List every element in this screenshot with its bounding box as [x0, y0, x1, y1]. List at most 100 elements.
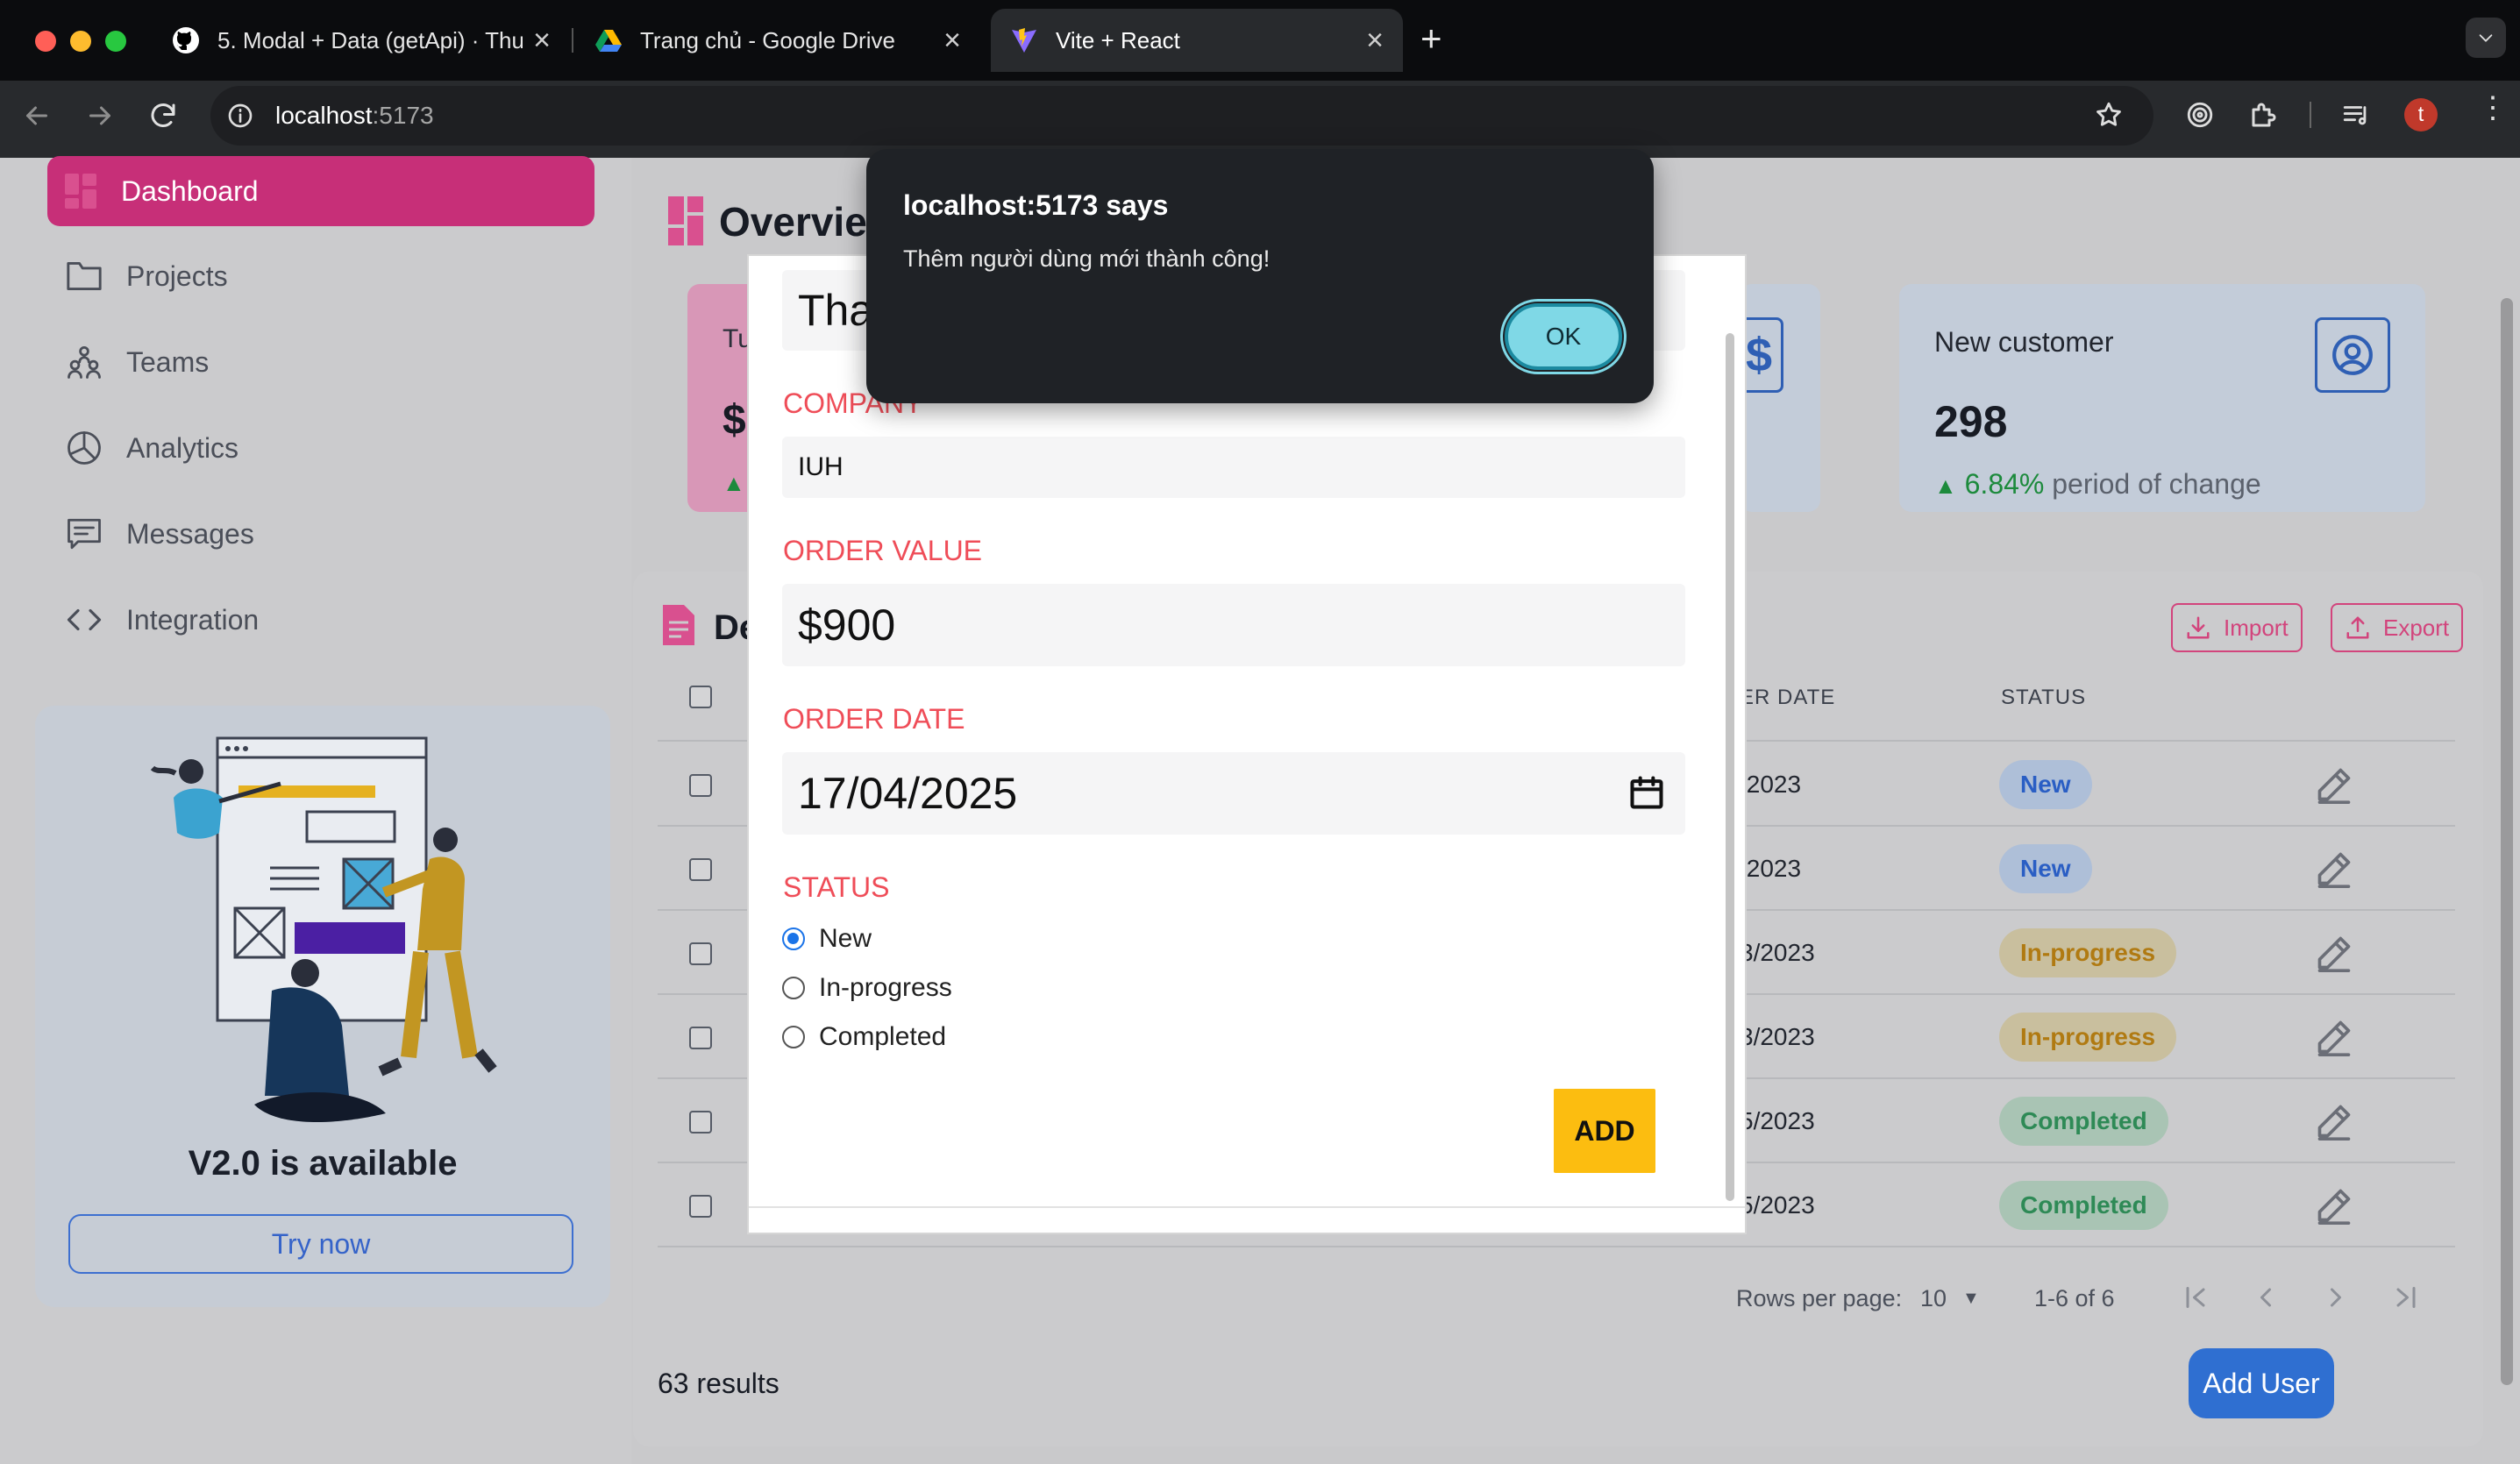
radio-label: Completed — [819, 1022, 947, 1051]
export-label: Export — [2383, 614, 2450, 641]
extension-target-icon[interactable] — [2185, 100, 2215, 130]
status-option-new[interactable]: New — [782, 924, 872, 954]
order-date-input[interactable]: 17/04/2025 — [782, 752, 1685, 835]
edit-pencil-icon[interactable] — [2315, 934, 2353, 972]
results-count: 63 results — [658, 1368, 779, 1399]
browser-tab-vite[interactable]: Vite + React × — [991, 9, 1403, 72]
site-info-icon[interactable] — [226, 102, 254, 130]
calendar-icon[interactable] — [1627, 773, 1666, 812]
forward-arrow-icon[interactable] — [84, 100, 116, 131]
rows-per-page-select[interactable]: 10 ▼ — [1920, 1285, 1980, 1312]
status-badge: New — [1999, 760, 2092, 809]
try-now-button[interactable]: Try now — [68, 1214, 573, 1274]
overview-title: Overvie — [719, 199, 867, 245]
import-icon — [2187, 616, 2210, 639]
folder-icon — [67, 262, 102, 290]
message-icon — [68, 518, 101, 550]
export-button[interactable]: Export — [2331, 603, 2464, 652]
row-checkbox[interactable] — [689, 858, 712, 881]
close-window-button[interactable] — [35, 31, 56, 52]
browser-tab-github[interactable]: 5. Modal + Data (getApi) · Thu × — [153, 9, 570, 72]
minimize-window-button[interactable] — [70, 31, 91, 52]
radio-in-progress[interactable] — [782, 977, 805, 999]
status-option-completed[interactable]: Completed — [782, 1022, 946, 1052]
new-tab-button[interactable]: + — [1420, 18, 1442, 60]
sidebar-item-teams[interactable]: Teams — [47, 328, 594, 396]
edit-pencil-icon[interactable] — [2315, 1102, 2353, 1141]
status-option-in-progress[interactable]: In-progress — [782, 973, 952, 1003]
add-user-button[interactable]: Add User — [2189, 1348, 2334, 1418]
extensions-puzzle-icon[interactable] — [2248, 99, 2280, 131]
team-illustration — [150, 736, 497, 1122]
add-button[interactable]: ADD — [1554, 1089, 1655, 1173]
sidebar-item-dashboard[interactable]: Dashboard — [47, 156, 594, 226]
radio-new[interactable] — [782, 927, 805, 950]
sidebar-item-label: Integration — [126, 603, 260, 636]
tab-search-button[interactable] — [2466, 18, 2506, 58]
url-port: :5173 — [372, 102, 434, 129]
order-value: $900 — [798, 601, 896, 650]
order-value-input[interactable]: $900 — [782, 584, 1685, 666]
maximize-window-button[interactable] — [105, 31, 126, 52]
prev-page-icon[interactable] — [2250, 1282, 2282, 1313]
import-label: Import — [2224, 614, 2289, 641]
row-order-date: /2023 — [1740, 855, 1802, 882]
radio-completed[interactable] — [782, 1026, 805, 1048]
github-icon — [173, 27, 199, 53]
close-tab-icon[interactable]: × — [1366, 24, 1384, 58]
row-order-date: 5/2023 — [1740, 1107, 1815, 1134]
sidebar-item-projects[interactable]: Projects — [47, 242, 594, 310]
import-button[interactable]: Import — [2171, 603, 2303, 652]
radio-label: In-progress — [819, 973, 952, 1002]
company-value: IUH — [798, 452, 844, 481]
url-host: localhost — [275, 102, 373, 129]
toolbar-divider — [2310, 102, 2311, 128]
stat-change: ▲ 6.84% period of change — [1934, 468, 2261, 501]
first-page-icon[interactable] — [2180, 1282, 2211, 1313]
row-checkbox[interactable] — [689, 1111, 712, 1134]
status-badge: Completed — [1999, 1181, 2168, 1230]
export-icon — [2346, 616, 2369, 639]
modal-scrollbar[interactable] — [1726, 333, 1734, 1201]
sidebar-item-label: Projects — [126, 259, 228, 292]
company-input[interactable]: IUH — [782, 437, 1685, 498]
trend-up-icon: ▲ — [723, 470, 745, 496]
order-value-label: ORDER VALUE — [783, 535, 983, 566]
caret-down-icon: ▼ — [1962, 1289, 1980, 1308]
last-page-icon[interactable] — [2390, 1282, 2422, 1313]
row-checkbox[interactable] — [689, 1027, 712, 1049]
reload-icon[interactable] — [147, 100, 179, 131]
pie-chart-icon — [68, 431, 101, 465]
row-order-date: 3/2023 — [1740, 1023, 1815, 1050]
profile-avatar[interactable]: t — [2404, 98, 2438, 131]
media-control-icon[interactable] — [2341, 100, 2371, 130]
edit-pencil-icon[interactable] — [2315, 1186, 2353, 1225]
edit-pencil-icon[interactable] — [2315, 765, 2353, 804]
sidebar-item-analytics[interactable]: Analytics — [47, 414, 594, 482]
document-icon — [663, 605, 694, 645]
edit-pencil-icon[interactable] — [2315, 1018, 2353, 1056]
back-arrow-icon[interactable] — [21, 100, 53, 131]
stat-card-value: 298 — [1934, 397, 2008, 446]
alert-ok-button[interactable]: OK — [1500, 299, 1627, 374]
browser-tab-drive[interactable]: Trang chủ - Google Drive × — [575, 9, 980, 72]
user-circle-icon — [2332, 335, 2373, 375]
close-tab-icon[interactable]: × — [533, 24, 551, 58]
bookmark-star-icon[interactable] — [2094, 100, 2124, 130]
row-checkbox[interactable] — [689, 942, 712, 965]
address-bar[interactable]: localhost:5173 — [210, 86, 2153, 146]
row-checkbox[interactable] — [689, 1195, 712, 1218]
tab-title: Trang chủ - Google Drive — [640, 26, 895, 53]
sidebar-item-integration[interactable]: Integration — [47, 586, 594, 654]
select-all-checkbox[interactable] — [689, 686, 712, 708]
column-header-status: STATUS — [2001, 686, 2087, 709]
close-tab-icon[interactable]: × — [943, 24, 961, 58]
row-checkbox[interactable] — [689, 774, 712, 797]
next-page-icon[interactable] — [2320, 1282, 2352, 1313]
edit-pencil-icon[interactable] — [2315, 849, 2353, 888]
page-scrollbar[interactable] — [2501, 298, 2513, 1385]
promo-title: V2.0 is available — [188, 1144, 458, 1183]
browser-menu-icon[interactable]: ⋮ — [2478, 93, 2508, 123]
status-label: STATUS — [783, 871, 890, 903]
sidebar-item-messages[interactable]: Messages — [47, 500, 594, 568]
